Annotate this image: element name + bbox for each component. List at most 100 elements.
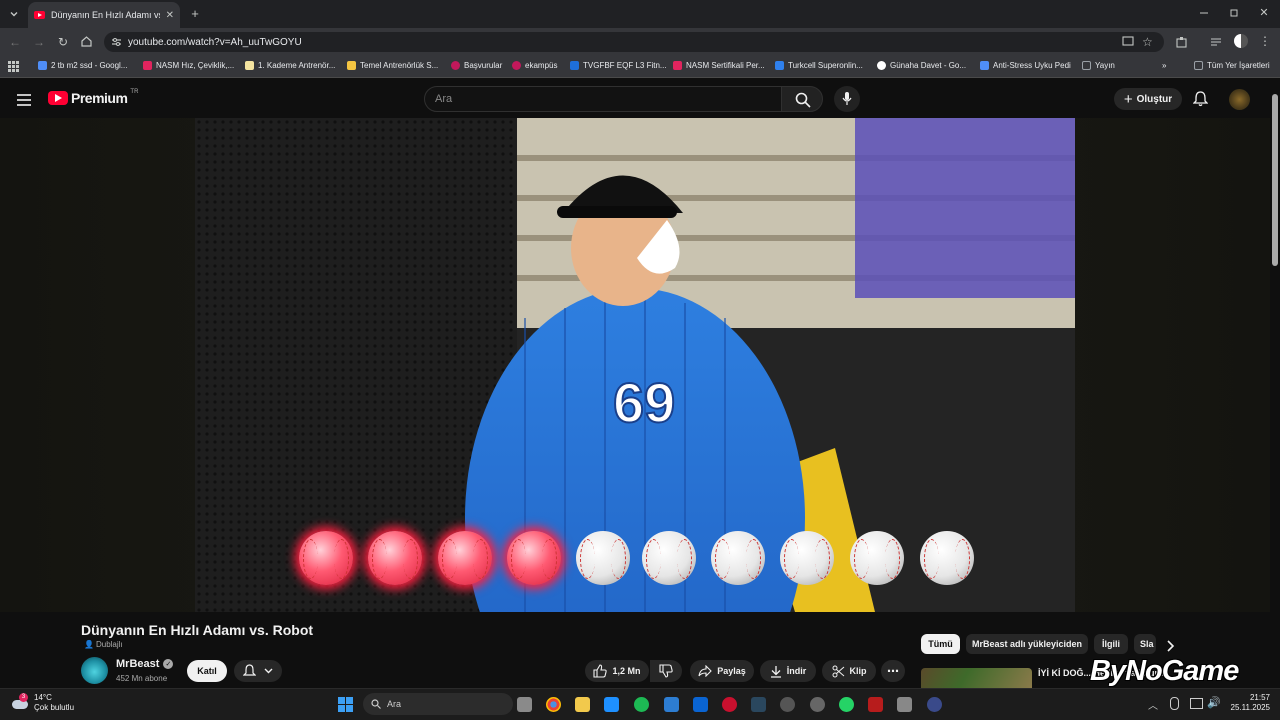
chip-partial[interactable]: Sla <box>1134 634 1156 654</box>
apps-grid-icon[interactable] <box>8 61 19 74</box>
folder-icon <box>1194 61 1203 70</box>
bookmark-star-icon[interactable]: ☆ <box>1142 35 1153 49</box>
file-explorer-icon[interactable] <box>575 697 590 712</box>
bookmarks-overflow-icon[interactable]: » <box>1162 61 1166 70</box>
tab-search-icon[interactable] <box>6 6 22 22</box>
dislike-button[interactable] <box>650 660 682 682</box>
spotify-icon[interactable] <box>634 697 649 712</box>
notifications-bell-icon[interactable] <box>1192 91 1209 112</box>
speedometer-app-icon[interactable] <box>780 697 795 712</box>
bookmark-item[interactable]: Turkcell Superonlin... <box>775 61 863 70</box>
menu-icon[interactable] <box>17 93 31 111</box>
create-button[interactable]: + Oluştur <box>1114 88 1182 110</box>
channel-name-link[interactable]: MrBeast ✓ <box>116 658 174 670</box>
share-button[interactable]: Paylaş <box>690 660 754 682</box>
ball-indicator <box>507 531 561 585</box>
bookmark-label: 2 tb m2 ssd - Googl... <box>51 61 128 70</box>
thumbs-up-icon <box>593 664 608 678</box>
all-bookmarks-label: Tüm Yer İşaretleri <box>1207 61 1270 70</box>
all-bookmarks-folder[interactable]: Tüm Yer İşaretleri <box>1194 61 1270 70</box>
bookmark-favicon-icon <box>775 61 784 70</box>
scrollbar-thumb[interactable] <box>1272 94 1278 266</box>
back-icon[interactable]: ← <box>8 35 22 49</box>
reading-list-icon[interactable] <box>1210 35 1222 53</box>
clock[interactable]: 21:57 25.11.2025 <box>1228 693 1270 713</box>
tab-close-icon[interactable]: ✕ <box>166 10 174 21</box>
dubbed-label: Dublajlı <box>95 640 123 649</box>
vpn-app-icon[interactable] <box>927 697 942 712</box>
related-video-thumbnail[interactable] <box>921 668 1032 688</box>
chip-from-uploader[interactable]: MrBeast adlı yükleyiciden <box>966 634 1088 654</box>
new-tab-icon[interactable]: + <box>188 6 202 21</box>
bynogame-watermark: ByNoGame <box>1090 655 1239 687</box>
bookmark-item[interactable]: NASM Sertifikali Per... <box>673 61 765 70</box>
calendar-app-icon[interactable] <box>664 697 679 712</box>
weather-widget[interactable]: 3 14°C Çok bulutlu <box>12 693 74 713</box>
subscription-bell-button[interactable] <box>234 660 282 682</box>
home-icon[interactable] <box>80 35 94 49</box>
bookmark-item[interactable]: Günaha Davet - Go... <box>877 61 966 70</box>
browser-tab-strip: Dünyanın En Hızlı Adamı vs. Ro ✕ + ✕ <box>0 0 1280 28</box>
bookmark-item[interactable]: TVGFBF EQF L3 Fitn... <box>570 61 667 70</box>
volume-icon[interactable]: 🔊 <box>1207 696 1221 709</box>
bookmark-item[interactable]: Anti-Stress Uyku Pedi <box>980 61 1071 70</box>
time: 21:57 <box>1249 693 1270 702</box>
bookmark-item[interactable]: ekampüs <box>512 61 557 70</box>
search-input[interactable]: Ara <box>424 86 782 112</box>
microphone-icon <box>842 92 852 105</box>
close-window-icon[interactable]: ✕ <box>1258 6 1270 19</box>
user-avatar[interactable] <box>1229 89 1250 110</box>
video-player[interactable]: 69 <box>0 118 1270 612</box>
more-actions-icon[interactable]: ⋯ <box>881 660 905 682</box>
verified-icon: ✓ <box>163 659 174 669</box>
chrome-app-icon[interactable] <box>546 697 561 712</box>
chip-all[interactable]: Tümü <box>921 634 960 654</box>
join-button[interactable]: Katıl <box>187 660 227 682</box>
forward-icon[interactable]: → <box>32 35 46 49</box>
cast-icon[interactable] <box>1122 36 1134 50</box>
media-app-icon[interactable] <box>868 697 883 712</box>
game-app-icon[interactable] <box>722 697 737 712</box>
reload-icon[interactable]: ↻ <box>56 35 70 49</box>
chip-related[interactable]: İlgili <box>1094 634 1128 654</box>
ball-indicator <box>711 531 765 585</box>
bookmark-item[interactable]: NASM Hız, Çeviklik,... <box>143 61 234 70</box>
ball-indicator <box>438 531 492 585</box>
network-icon[interactable] <box>1190 698 1203 709</box>
restore-icon[interactable] <box>1228 7 1240 19</box>
channel-avatar[interactable] <box>81 657 108 684</box>
search-button[interactable] <box>781 86 823 112</box>
tray-microphone-icon[interactable] <box>1170 697 1179 710</box>
steam-icon[interactable] <box>751 697 766 712</box>
clip-button[interactable]: Klip <box>822 660 876 682</box>
mail-app-icon[interactable] <box>693 697 708 712</box>
tools-app-icon[interactable] <box>897 697 912 712</box>
whatsapp-icon[interactable] <box>839 697 854 712</box>
bookmark-item[interactable]: 1. Kademe Antrenör... <box>245 61 335 70</box>
bookmark-item[interactable]: Başvurular <box>451 61 502 70</box>
minimize-icon[interactable] <box>1198 7 1210 19</box>
profile-avatar[interactable] <box>1234 34 1248 48</box>
video-frame[interactable]: 69 <box>195 118 1075 612</box>
tray-overflow-icon[interactable]: ︿ <box>1148 697 1158 712</box>
chrome-menu-icon[interactable]: ⋮ <box>1259 34 1271 48</box>
task-view-icon[interactable] <box>517 697 532 712</box>
browser-tab-active[interactable]: Dünyanın En Hızlı Adamı vs. Ro ✕ <box>28 2 180 28</box>
like-button[interactable]: 1,2 Mn <box>585 660 649 682</box>
store-icon[interactable] <box>604 697 619 712</box>
extensions-icon[interactable] <box>1176 35 1188 53</box>
voice-search-button[interactable] <box>834 86 860 112</box>
bookmark-item[interactable]: Yayın <box>1082 61 1115 70</box>
logo-text: Premium <box>71 90 128 106</box>
bookmark-item[interactable]: Temel Antrenörlük S... <box>347 61 438 70</box>
taskbar-search-input[interactable]: Ara <box>363 693 513 715</box>
download-button[interactable]: İndir <box>760 660 816 682</box>
address-bar[interactable]: youtube.com/watch?v=Ah_uuTwGOYU ☆ <box>104 32 1164 52</box>
discord-icon[interactable] <box>810 697 825 712</box>
download-icon <box>770 665 781 678</box>
site-info-icon[interactable] <box>111 37 122 50</box>
windows-start-icon[interactable] <box>338 697 353 717</box>
youtube-logo[interactable]: Premium TR <box>48 89 138 106</box>
bookmark-item[interactable]: 2 tb m2 ssd - Googl... <box>38 61 127 70</box>
youtube-play-icon <box>48 91 68 105</box>
